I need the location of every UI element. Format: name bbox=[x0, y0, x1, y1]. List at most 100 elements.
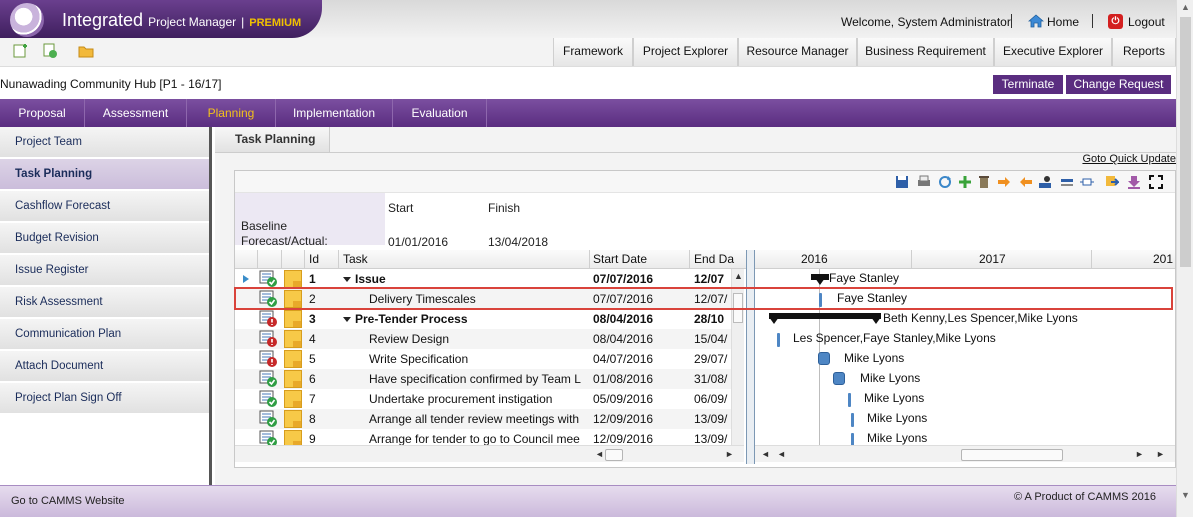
folder-icon[interactable] bbox=[284, 410, 302, 428]
table-row[interactable]: 1 Issue 07/07/2016 12/07 bbox=[235, 269, 735, 289]
refresh-icon[interactable] bbox=[938, 175, 952, 189]
sidebar-item-project-plan-sign-off[interactable]: Project Plan Sign Off bbox=[0, 383, 209, 414]
task-alert-icon[interactable] bbox=[259, 350, 278, 368]
assign-resource-icon[interactable] bbox=[1038, 175, 1052, 189]
gantt-resource-label: Beth Kenny,Les Spencer,Mike Lyons bbox=[883, 311, 1078, 325]
cell-task[interactable]: Undertake procurement instigation bbox=[369, 392, 587, 406]
arrow-right-icon[interactable] bbox=[997, 175, 1011, 189]
open-folder-icon[interactable] bbox=[78, 43, 94, 59]
table-row[interactable]: 3 Pre-Tender Process 08/04/2016 28/10 bbox=[235, 309, 735, 329]
home-icon[interactable] bbox=[1028, 14, 1044, 28]
nav-project-explorer[interactable]: Project Explorer bbox=[633, 38, 738, 66]
task-complete-icon[interactable] bbox=[259, 410, 278, 428]
summary-bar[interactable] bbox=[769, 313, 881, 319]
task-bar[interactable] bbox=[777, 333, 780, 347]
tab-proposal[interactable]: Proposal bbox=[0, 99, 85, 127]
print-icon[interactable] bbox=[917, 175, 931, 189]
nav-executive-explorer[interactable]: Executive Explorer bbox=[994, 38, 1112, 66]
task-alert-icon[interactable] bbox=[259, 310, 278, 328]
task-complete-icon[interactable] bbox=[259, 270, 278, 288]
gantt-horizontal-scrollbar[interactable]: ◄ ◄ ► ► bbox=[755, 445, 1175, 462]
copy-project-icon[interactable] bbox=[42, 43, 58, 59]
task-bar[interactable] bbox=[833, 372, 845, 385]
edition-label: PREMIUM bbox=[249, 17, 302, 29]
folder-icon[interactable] bbox=[284, 370, 302, 388]
new-project-icon[interactable] bbox=[12, 43, 28, 59]
folder-icon[interactable] bbox=[284, 310, 302, 328]
baseline-label: Baseline bbox=[241, 219, 288, 233]
cell-task[interactable]: Issue bbox=[343, 272, 587, 286]
task-alert-icon[interactable] bbox=[259, 330, 278, 348]
table-row[interactable]: 5 Write Specification 04/07/2016 29/07/ bbox=[235, 349, 735, 369]
col-task-header[interactable]: Task bbox=[343, 252, 368, 266]
add-icon[interactable] bbox=[958, 175, 972, 189]
cell-task[interactable]: Write Specification bbox=[369, 352, 587, 366]
nav-framework[interactable]: Framework bbox=[553, 38, 633, 66]
sidebar-item-task-planning[interactable]: Task Planning bbox=[0, 159, 209, 190]
home-link[interactable]: Home bbox=[1047, 15, 1079, 29]
change-request-button[interactable]: Change Request bbox=[1066, 75, 1171, 94]
expand-columns-icon[interactable] bbox=[1080, 175, 1094, 189]
power-icon[interactable]: ⏻ bbox=[1108, 14, 1123, 29]
folder-icon[interactable] bbox=[284, 390, 302, 408]
app-title: Integrated Project Manager | PREMIUM bbox=[62, 10, 302, 30]
indent-icon[interactable] bbox=[1060, 175, 1074, 189]
tab-evaluation[interactable]: Evaluation bbox=[393, 99, 487, 127]
tab-implementation[interactable]: Implementation bbox=[276, 99, 393, 127]
table-row[interactable]: 7 Undertake procurement instigation 05/09/… bbox=[235, 389, 735, 409]
cell-task[interactable]: Arrange all tender review meetings with bbox=[369, 412, 587, 426]
terminate-button[interactable]: Terminate bbox=[993, 75, 1063, 94]
nav-business-requirement[interactable]: Business Requirement bbox=[857, 38, 994, 66]
table-row[interactable]: 6 Have specification confirmed by Team L 0… bbox=[235, 369, 735, 389]
download-icon[interactable] bbox=[1127, 175, 1141, 189]
task-bar[interactable] bbox=[848, 393, 851, 407]
start-value: 01/01/2016 bbox=[388, 235, 449, 249]
sidebar-item-issue-register[interactable]: Issue Register bbox=[0, 255, 209, 286]
delete-icon[interactable] bbox=[977, 175, 991, 189]
arrow-left-icon[interactable] bbox=[1019, 175, 1033, 189]
sidebar-item-budget-revision[interactable]: Budget Revision bbox=[0, 223, 209, 254]
col-id-header[interactable]: Id bbox=[309, 252, 319, 266]
folder-icon[interactable] bbox=[284, 350, 302, 368]
cell-task[interactable]: Pre-Tender Process bbox=[343, 312, 587, 326]
table-row[interactable]: 4 Review Design 08/04/2016 15/04/ bbox=[235, 329, 735, 349]
cell-task[interactable]: Arrange for tender to go to Council mee bbox=[369, 432, 587, 446]
tab-task-planning[interactable]: Task Planning bbox=[215, 127, 330, 152]
pane-splitter[interactable] bbox=[746, 250, 755, 464]
col-start-header[interactable]: Start Date bbox=[593, 252, 647, 266]
folder-icon[interactable] bbox=[284, 330, 302, 348]
brand-area: Integrated Project Manager | PREMIUM bbox=[0, 0, 322, 38]
sidebar-item-communication-plan[interactable]: Communication Plan bbox=[0, 319, 209, 350]
export-icon[interactable] bbox=[1105, 175, 1119, 189]
cell-task[interactable]: Have specification confirmed by Team L bbox=[369, 372, 587, 386]
folder-icon[interactable] bbox=[284, 270, 302, 288]
collapse-icon[interactable] bbox=[343, 317, 351, 322]
task-bar[interactable] bbox=[851, 413, 854, 427]
tab-assessment[interactable]: Assessment bbox=[85, 99, 187, 127]
grid-horizontal-scrollbar[interactable]: ◄ ► bbox=[235, 445, 744, 462]
fullscreen-icon[interactable] bbox=[1149, 175, 1163, 189]
col-end-header[interactable]: End Da bbox=[694, 252, 734, 266]
tab-planning[interactable]: Planning bbox=[187, 99, 276, 127]
table-row[interactable]: 8 Arrange all tender review meetings with… bbox=[235, 409, 735, 429]
nav-resource-manager[interactable]: Resource Manager bbox=[738, 38, 857, 66]
sidebar-item-risk-assessment[interactable]: Risk Assessment bbox=[0, 287, 209, 318]
task-bar[interactable] bbox=[818, 352, 830, 365]
cell-task-text: Write Specification bbox=[369, 352, 469, 366]
camms-website-link[interactable]: Go to CAMMS Website bbox=[11, 495, 125, 507]
task-complete-icon[interactable] bbox=[259, 390, 278, 408]
cell-end-date: 12/07 bbox=[694, 272, 725, 286]
sidebar-item-project-team[interactable]: Project Team bbox=[0, 127, 209, 158]
save-icon[interactable] bbox=[895, 175, 909, 189]
logout-link[interactable]: Logout bbox=[1128, 15, 1165, 29]
cell-task[interactable]: Review Design bbox=[369, 332, 587, 346]
task-complete-icon[interactable] bbox=[259, 370, 278, 388]
sidebar-item-attach-document[interactable]: Attach Document bbox=[0, 351, 209, 382]
sidebar-item-cashflow-forecast[interactable]: Cashflow Forecast bbox=[0, 191, 209, 222]
quick-update-link[interactable]: Goto Quick Update bbox=[1082, 153, 1176, 165]
page-scrollbar[interactable]: ▲ ▼ bbox=[1176, 0, 1193, 517]
cell-id: 8 bbox=[309, 412, 316, 426]
nav-reports[interactable]: Reports bbox=[1112, 38, 1176, 66]
collapse-icon[interactable] bbox=[343, 277, 351, 282]
year-label: 2016 bbox=[801, 252, 828, 266]
